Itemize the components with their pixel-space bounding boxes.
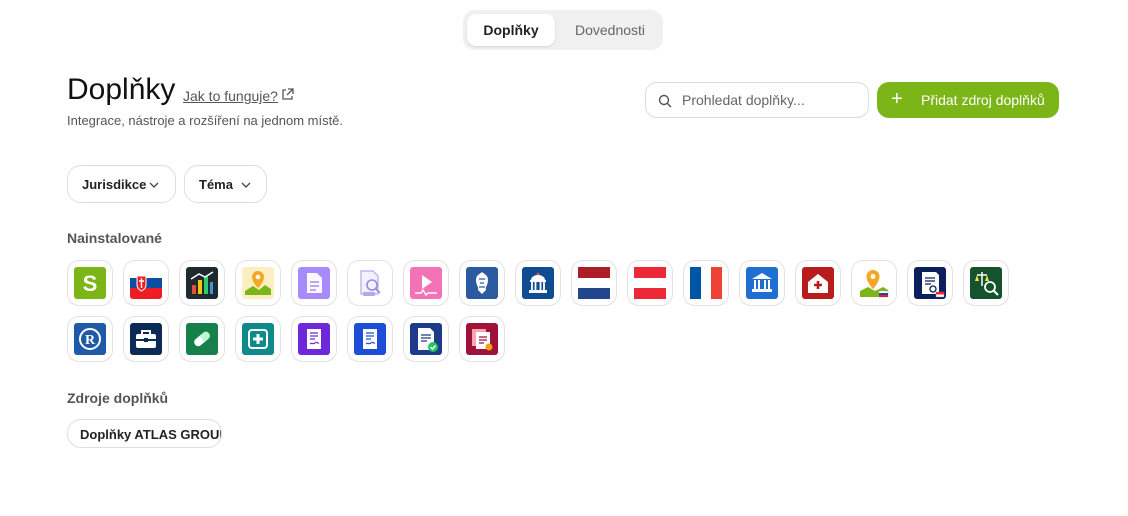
page-title: Doplňky <box>67 73 176 106</box>
plugin-15[interactable] <box>851 260 897 306</box>
plugin-12[interactable] <box>683 260 729 306</box>
registry-document-icon <box>914 267 946 299</box>
map-location-icon <box>860 270 889 298</box>
netherlands-flag-icon <box>578 267 610 299</box>
plugin-20[interactable] <box>179 316 225 362</box>
chevron-down-icon <box>241 182 251 188</box>
filter-tema[interactable]: Téma <box>184 165 267 203</box>
plugin-23[interactable] <box>347 316 393 362</box>
violet-document-icon <box>298 323 330 355</box>
plugin-19[interactable] <box>123 316 169 362</box>
france-flag-icon <box>690 267 722 299</box>
page-subtitle: Integrace, nástroje a rozšíření na jedno… <box>67 113 344 128</box>
document-search-icon <box>354 267 386 299</box>
parliament-building-icon <box>522 267 554 299</box>
coat-of-arms-icon <box>466 267 498 299</box>
blue-document-icon <box>354 323 386 355</box>
chevron-down-icon <box>149 182 159 188</box>
add-source-label: Přidat zdroj doplňků <box>921 92 1045 108</box>
bar-chart-icon <box>186 267 218 299</box>
plugin-9[interactable] <box>515 260 561 306</box>
search-input[interactable] <box>682 90 858 110</box>
filter-label: Jurisdikce <box>82 177 147 192</box>
plugin-14[interactable] <box>795 260 841 306</box>
plugin-22[interactable] <box>291 316 337 362</box>
sources-title: Zdroje doplňků <box>67 390 169 406</box>
medical-house-icon <box>802 267 834 299</box>
plugin-21[interactable] <box>235 316 281 362</box>
plugin-17[interactable] <box>963 260 1009 306</box>
plugin-5[interactable] <box>291 260 337 306</box>
trademark-r-icon: R <box>74 323 106 355</box>
search-icon <box>658 94 672 108</box>
plugin-1[interactable]: S <box>67 260 113 306</box>
verified-document-icon <box>410 323 442 355</box>
pill-icon <box>186 323 218 355</box>
external-link-icon[interactable] <box>281 88 294 101</box>
justice-search-icon <box>970 267 1002 299</box>
medical-cross-icon <box>242 323 274 355</box>
certified-documents-icon <box>466 323 498 355</box>
plugin-16[interactable] <box>907 260 953 306</box>
segmented-tabs: Doplňky Dovednosti <box>463 10 663 50</box>
add-source-button[interactable]: + Přidat zdroj doplňků <box>877 82 1059 118</box>
plugin-8[interactable] <box>459 260 505 306</box>
purple-document-icon <box>298 267 330 299</box>
tab-dovednosti[interactable]: Dovednosti <box>561 14 659 46</box>
filter-label: Téma <box>199 177 233 192</box>
help-link[interactable]: Jak to funguje? <box>183 88 278 104</box>
plugin-6[interactable] <box>347 260 393 306</box>
plugin-7[interactable] <box>403 260 449 306</box>
tab-doplnky[interactable]: Doplňky <box>467 14 555 46</box>
filter-jurisdikce[interactable]: Jurisdikce <box>67 165 176 203</box>
plugin-4[interactable] <box>235 260 281 306</box>
source-chip-label: Doplňky ATLAS GROUP <box>80 427 222 442</box>
map-pin-icon <box>242 267 274 299</box>
plugin-13[interactable] <box>739 260 785 306</box>
plugin-25[interactable] <box>459 316 505 362</box>
plugin-11[interactable] <box>627 260 673 306</box>
plugin-10[interactable] <box>571 260 617 306</box>
installed-title: Nainstalované <box>67 230 162 246</box>
plugin-24[interactable] <box>403 316 449 362</box>
plus-icon: + <box>891 88 903 110</box>
plugin-3[interactable] <box>179 260 225 306</box>
svg-text:S: S <box>83 271 98 296</box>
institution-icon <box>746 267 778 299</box>
slovakia-flag-icon <box>130 267 162 299</box>
plugin-2[interactable] <box>123 260 169 306</box>
plugin-18[interactable]: R <box>67 316 113 362</box>
svg-text:R: R <box>85 333 96 348</box>
briefcase-icon <box>130 323 162 355</box>
pink-video-icon <box>410 267 442 299</box>
search-box <box>645 82 869 118</box>
green-s-icon: S <box>74 267 106 299</box>
source-chip-atlas-group[interactable]: Doplňky ATLAS GROUP <box>67 419 222 448</box>
austria-flag-icon <box>634 267 666 299</box>
